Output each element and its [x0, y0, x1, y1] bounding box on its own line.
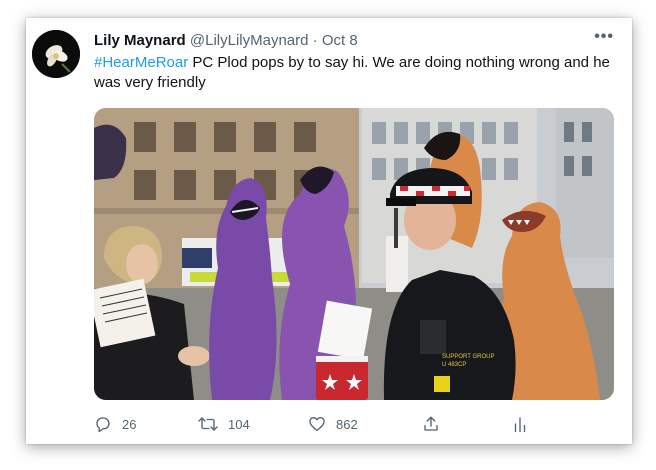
reply-count: 26	[122, 416, 137, 432]
uniform-role-text: SUPPORT GROUP	[442, 354, 494, 360]
tweet-photo[interactable]: SUPPORT GROUP U 483CP	[94, 108, 614, 400]
tweet-text: #HearMeRoar PC Plod pops by to say hi. W…	[94, 53, 614, 93]
reply-button[interactable]: 26	[94, 412, 136, 436]
retweet-count: 104	[228, 416, 250, 432]
tweet-date[interactable]: Oct 8	[322, 32, 358, 49]
share-button[interactable]	[422, 412, 440, 436]
hashtag-link[interactable]: #HearMeRoar	[94, 54, 188, 71]
like-count: 862	[336, 416, 358, 432]
heart-icon	[308, 415, 326, 433]
reply-icon	[94, 415, 112, 433]
retweet-icon	[198, 415, 218, 433]
more-options-icon[interactable]: •••	[594, 28, 614, 46]
tweet-actions: 26 104 862	[94, 412, 534, 436]
like-button[interactable]: 862	[308, 412, 358, 436]
share-icon	[422, 415, 440, 433]
author-handle[interactable]: @LilyLilyMaynard	[190, 32, 309, 49]
analytics-icon	[512, 415, 528, 433]
author-avatar[interactable]	[32, 30, 80, 78]
retweet-button[interactable]: 104	[198, 412, 250, 436]
analytics-button[interactable]	[512, 412, 528, 436]
tweet-header: Lily Maynard @LilyLilyMaynard · Oct 8	[94, 31, 358, 51]
uniform-badge-text: U 483CP	[442, 362, 466, 368]
author-name[interactable]: Lily Maynard	[94, 32, 186, 49]
tweet-card[interactable]: Lily Maynard @LilyLilyMaynard · Oct 8 ••…	[26, 18, 632, 444]
separator-dot: ·	[312, 32, 318, 49]
